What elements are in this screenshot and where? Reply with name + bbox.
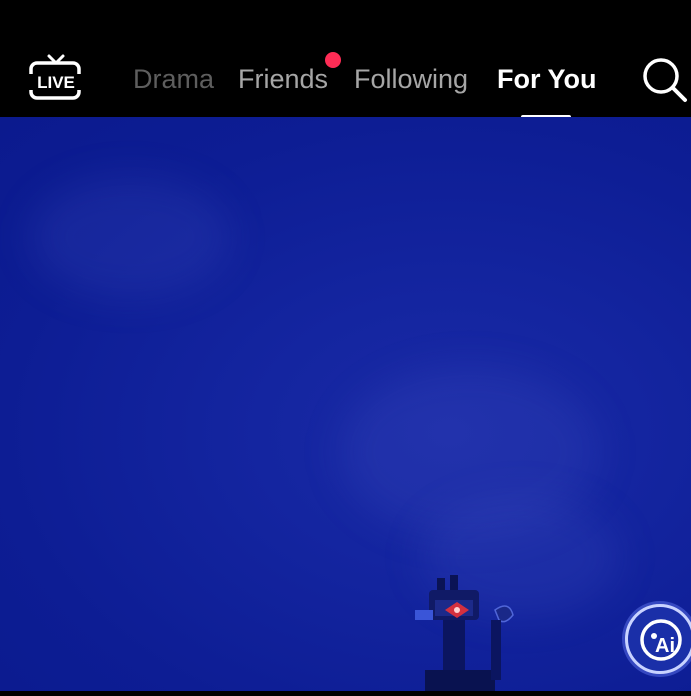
friends-notification-dot bbox=[325, 52, 341, 68]
svg-text:LIVE: LIVE bbox=[37, 73, 75, 92]
video-player[interactable] bbox=[0, 117, 691, 691]
ai-assistant-icon: Ai bbox=[640, 619, 682, 661]
video-cloud-texture bbox=[30, 177, 230, 297]
video-character-silhouette bbox=[405, 570, 530, 691]
tab-following[interactable]: Following bbox=[354, 62, 468, 96]
tab-friends[interactable]: Friends bbox=[238, 62, 328, 96]
top-navigation-bar: LIVE Drama Friends Following For You bbox=[0, 0, 691, 119]
live-button[interactable]: LIVE bbox=[28, 52, 84, 104]
search-icon bbox=[643, 58, 687, 102]
tab-for-you[interactable]: For You bbox=[497, 62, 597, 96]
svg-text:Ai: Ai bbox=[655, 635, 675, 657]
tab-drama[interactable]: Drama bbox=[133, 62, 214, 96]
ai-assistant-button[interactable]: Ai bbox=[625, 604, 691, 674]
live-tv-icon: LIVE bbox=[28, 54, 84, 100]
search-button[interactable] bbox=[640, 55, 688, 103]
